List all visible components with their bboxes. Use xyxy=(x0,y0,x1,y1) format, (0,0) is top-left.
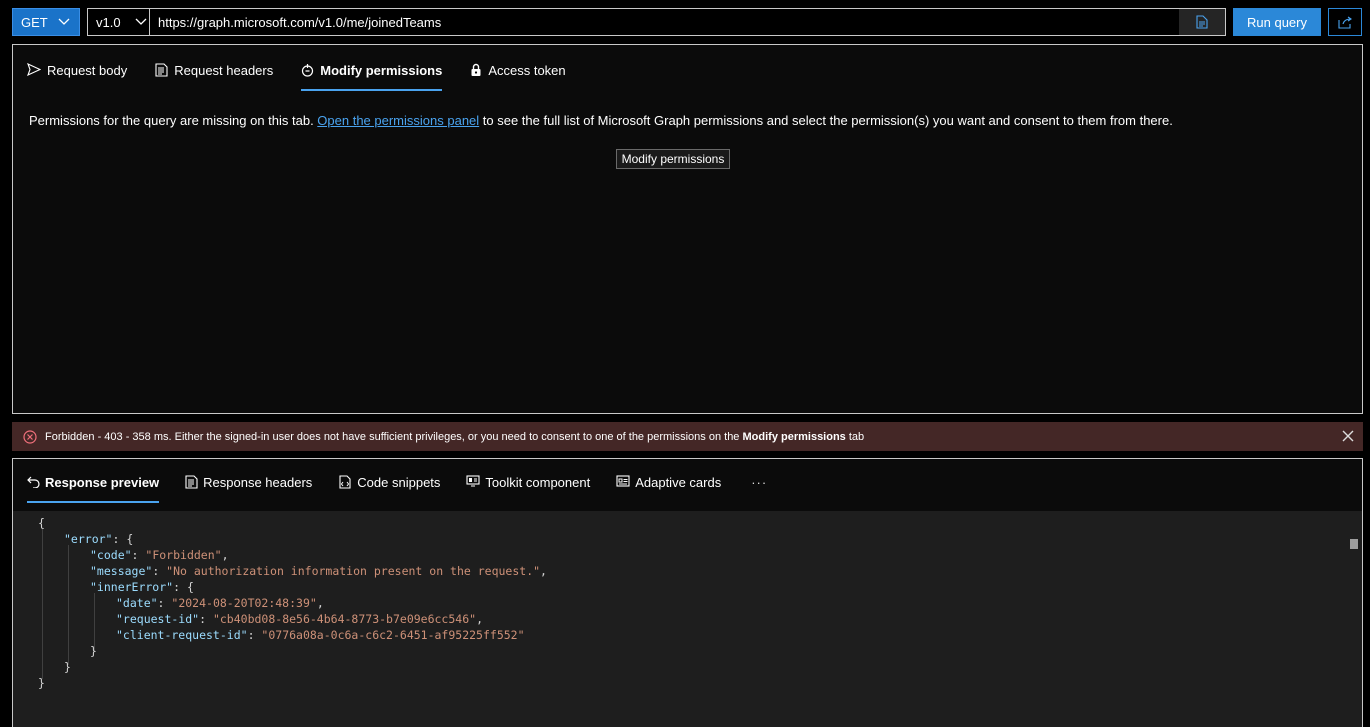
http-method-dropdown[interactable]: GET xyxy=(12,8,80,36)
json-line: "date": "2024-08-20T02:48:39", xyxy=(116,596,324,610)
modify-permissions-button[interactable]: Modify permissions xyxy=(616,149,730,169)
error-message-bar: Forbidden - 403 - 358 ms. Either the sig… xyxy=(12,422,1363,451)
json-key: "client-request-id" xyxy=(116,628,248,642)
shield-icon xyxy=(302,64,314,77)
permissions-text: Permissions for the query are missing on… xyxy=(29,113,318,128)
json-line: "message": "No authorization information… xyxy=(90,564,547,578)
json-line: } xyxy=(90,643,97,659)
tab-label: Toolkit component xyxy=(485,475,591,490)
url-input[interactable]: https://graph.microsoft.com/v1.0/me/join… xyxy=(149,8,1226,36)
tab-label: Request headers xyxy=(174,63,274,78)
chevron-down-icon xyxy=(135,18,147,25)
json-brace: { xyxy=(38,516,45,530)
open-permissions-panel-link[interactable]: Open the permissions panel xyxy=(317,113,479,128)
error-text-main: Forbidden - 403 - 358 ms. Either the sig… xyxy=(45,430,743,443)
tab-label: Request body xyxy=(47,63,128,78)
json-line: { xyxy=(38,515,45,531)
query-bar: GET v1.0 https://graph.microsoft.com/v1.… xyxy=(12,8,1362,36)
json-string: "0776a08a-0c6a-c6c2-6451-af95225ff552" xyxy=(261,628,525,642)
more-icon: ··· xyxy=(751,475,768,490)
error-text-suffix: tab xyxy=(845,430,865,443)
error-circle-icon xyxy=(23,429,37,444)
dismiss-error-button[interactable] xyxy=(1341,429,1355,446)
document-icon xyxy=(1196,15,1208,29)
tab-code-snippets[interactable]: Code snippets xyxy=(338,475,440,503)
tab-response-preview[interactable]: Response preview xyxy=(27,475,160,503)
code-icon xyxy=(339,475,351,489)
json-key: "message" xyxy=(90,564,153,578)
error-text-bold: Modify permissions xyxy=(742,430,846,443)
tab-access-token[interactable]: Access token xyxy=(470,57,566,91)
url-value: https://graph.microsoft.com/v1.0/me/join… xyxy=(158,14,442,30)
indent-guide xyxy=(42,529,43,679)
document-icon xyxy=(185,475,198,489)
version-value: v1.0 xyxy=(96,14,121,30)
tab-response-headers[interactable]: Response headers xyxy=(185,475,312,503)
response-panel: Response preview Response headers Code s… xyxy=(12,458,1363,727)
version-dropdown[interactable]: v1.0 xyxy=(87,8,155,36)
json-string: "2024-08-20T02:48:39" xyxy=(171,596,317,610)
share-icon xyxy=(1338,16,1352,29)
tab-request-body[interactable]: Request body xyxy=(27,57,127,91)
json-key: "date" xyxy=(116,596,158,610)
tab-toolkit-component[interactable]: Toolkit component xyxy=(466,475,590,503)
json-line: } xyxy=(38,675,45,691)
tab-label: Response preview xyxy=(45,475,160,490)
json-brace: } xyxy=(38,676,45,690)
tab-label: Adaptive cards xyxy=(635,475,722,490)
permissions-text: to see the full list of Microsoft Graph … xyxy=(479,113,1173,128)
error-text: Forbidden - 403 - 358 ms. Either the sig… xyxy=(45,431,864,443)
permissions-message: Permissions for the query are missing on… xyxy=(29,113,1173,128)
response-tabs: Response preview Response headers Code s… xyxy=(13,459,1362,511)
json-key: "innerError" xyxy=(90,580,174,594)
json-line: "error": { xyxy=(64,532,134,546)
query-document-button[interactable] xyxy=(1179,9,1225,35)
more-tabs-button[interactable]: ··· xyxy=(747,475,767,503)
json-brace: } xyxy=(64,660,71,674)
back-arrow-icon xyxy=(27,476,40,488)
http-method-value: GET xyxy=(21,14,48,30)
json-key: "code" xyxy=(90,548,132,562)
json-line: } xyxy=(64,659,71,675)
tab-modify-permissions[interactable]: Modify permissions xyxy=(301,57,443,91)
json-key: "request-id" xyxy=(116,612,200,626)
send-icon xyxy=(27,63,41,76)
json-key: "error" xyxy=(64,532,113,546)
json-line: "client-request-id": "0776a08a-0c6a-c6c2… xyxy=(116,628,525,642)
close-icon xyxy=(1342,430,1354,442)
toolkit-icon xyxy=(466,475,480,487)
chevron-down-icon xyxy=(58,18,70,25)
request-tabs: Request body Request headers Modify perm… xyxy=(27,57,594,91)
lock-icon xyxy=(471,63,481,76)
document-icon xyxy=(155,63,168,77)
run-query-button[interactable]: Run query xyxy=(1233,8,1321,36)
request-panel: Request body Request headers Modify perm… xyxy=(12,44,1363,414)
json-string: "cb40bd08-8e56-4b64-8773-b7e09e6cc546" xyxy=(212,612,477,626)
json-string: "No authorization information present on… xyxy=(166,564,541,578)
tab-label: Response headers xyxy=(203,475,313,490)
json-brace: } xyxy=(90,644,97,658)
scrollbar-thumb[interactable] xyxy=(1350,539,1358,549)
json-line: "request-id": "cb40bd08-8e56-4b64-8773-b… xyxy=(116,612,483,626)
card-icon xyxy=(616,475,630,487)
response-json-viewer: { "error": { "code": "Forbidden", "messa… xyxy=(13,511,1362,727)
json-line: "innerError": { xyxy=(90,580,194,594)
tab-label: Access token xyxy=(488,63,566,78)
json-string: "Forbidden" xyxy=(145,548,222,562)
json-line: "code": "Forbidden", xyxy=(90,548,229,562)
tab-request-headers[interactable]: Request headers xyxy=(155,57,273,91)
tab-label: Code snippets xyxy=(357,475,441,490)
share-query-button[interactable] xyxy=(1328,8,1362,36)
indent-guide xyxy=(68,545,69,665)
tab-adaptive-cards[interactable]: Adaptive cards xyxy=(616,475,721,503)
tab-label: Modify permissions xyxy=(320,63,443,78)
